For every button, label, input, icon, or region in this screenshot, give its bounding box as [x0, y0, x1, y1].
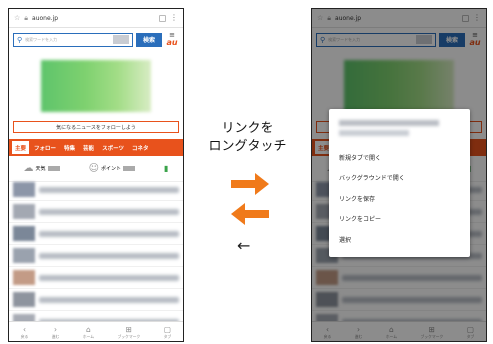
address-bar[interactable]: ☆ 🔒︎ auone.jp ⋮: [9, 9, 183, 28]
search-placeholder: 検索ワードを入力: [25, 36, 58, 42]
forward-icon: ›: [54, 324, 58, 334]
tab-entertainment[interactable]: 芸能: [80, 144, 97, 152]
coupon-icon[interactable]: ▮: [164, 164, 168, 173]
nav-label: タブ: [163, 333, 172, 339]
nav-label: 進む: [51, 333, 60, 339]
menu-open-background[interactable]: バックグラウンドで開く: [329, 168, 470, 189]
weather-icon: ☁: [23, 163, 34, 174]
search-input[interactable]: ⚲ 検索ワードを入力: [13, 32, 133, 47]
nav-home[interactable]: ⌂ ホーム: [83, 325, 94, 339]
search-thumbnail: [113, 35, 129, 44]
nav-forward[interactable]: › 進む: [52, 325, 60, 339]
points-widget[interactable]: ☺ ポイント: [88, 163, 136, 174]
instruction: リンクを ロングタッチ: [195, 120, 300, 156]
menu-copy-link[interactable]: リンクをコピー: [329, 209, 470, 230]
instruction-line-2: ロングタッチ: [208, 139, 287, 154]
tab-count-icon[interactable]: [159, 14, 166, 22]
weather-widget[interactable]: ☁ 天気: [24, 163, 60, 174]
menu-open-new-tab[interactable]: 新規タブで開く: [329, 147, 470, 168]
list-item[interactable]: [9, 267, 183, 289]
menu-select[interactable]: 選択: [329, 229, 470, 250]
tab-sports[interactable]: スポーツ: [99, 144, 127, 152]
weather-label: 天気: [35, 166, 46, 172]
link-preview: [329, 109, 470, 147]
list-item[interactable]: [9, 289, 183, 311]
instruction-line-1: リンクを: [221, 121, 274, 136]
overflow-menu-icon[interactable]: ⋮: [170, 14, 178, 22]
phone-before: ☆ 🔒︎ auone.jp ⋮ ⚲ 検索ワードを入力 検索 ≡ au 気になるニ…: [8, 8, 184, 342]
list-item[interactable]: [9, 245, 183, 267]
link-context-menu: 新規タブで開く バックグラウンドで開く リンクを保存 リンクをコピー 選択: [329, 109, 470, 257]
news-list: [9, 179, 183, 321]
search-icon: ⚲: [17, 35, 23, 44]
list-item[interactable]: [9, 201, 183, 223]
back-icon: ‹: [23, 324, 26, 334]
bottom-nav: ‹ 戻る › 進む ⌂ ホーム ⊞ ブックマーク ▢ タブ: [9, 321, 183, 341]
lock-icon: 🔒︎: [24, 13, 29, 22]
ad-banner[interactable]: [9, 53, 183, 119]
home-icon: ⌂: [85, 324, 91, 334]
star-icon[interactable]: ☆: [14, 14, 20, 22]
list-item[interactable]: [9, 223, 183, 245]
nav-label: ブックマーク: [117, 333, 141, 339]
nav-label: ホーム: [82, 333, 95, 339]
tab-follow[interactable]: フォロー: [31, 144, 59, 152]
back-icon: ←: [237, 236, 251, 255]
nav-label: 戻る: [20, 333, 29, 339]
tab-feature[interactable]: 特集: [61, 144, 78, 152]
phone-after: ☆ 🔒︎ auone.jp ⋮ ⚲ 検索ワードを入力 検索 ≡ au 気になるニ…: [311, 8, 487, 342]
points-badge: [123, 166, 136, 171]
au-menu[interactable]: ≡ au: [165, 32, 179, 47]
au-logo: au: [166, 38, 178, 47]
bookmark-icon: ⊞: [125, 324, 132, 334]
list-item[interactable]: [9, 179, 183, 201]
tab-main[interactable]: 主要: [12, 141, 30, 154]
search-button[interactable]: 検索: [136, 32, 162, 47]
nav-bookmark[interactable]: ⊞ ブックマーク: [117, 325, 140, 339]
follow-news-button[interactable]: 気になるニュースをフォローしよう: [13, 121, 179, 133]
nav-back[interactable]: ‹ 戻る: [21, 325, 29, 339]
arrow-right-icon: [231, 173, 269, 195]
points-icon: ☺: [88, 163, 99, 174]
weather-badge: [47, 166, 60, 171]
tab-koneta[interactable]: コネタ: [129, 144, 152, 152]
menu-save-link[interactable]: リンクを保存: [329, 188, 470, 209]
list-item[interactable]: [9, 311, 183, 321]
points-label: ポイント: [101, 166, 122, 172]
nav-tabs[interactable]: ▢ タブ: [164, 325, 172, 339]
arrow-left-icon: [231, 203, 269, 225]
search-row: ⚲ 検索ワードを入力 検索 ≡ au: [9, 28, 183, 51]
tabs-icon: ▢: [163, 324, 171, 334]
category-tabs: 主要 フォロー 特集 芸能 スポーツ コネタ: [9, 139, 183, 156]
url-text[interactable]: auone.jp: [32, 15, 155, 22]
